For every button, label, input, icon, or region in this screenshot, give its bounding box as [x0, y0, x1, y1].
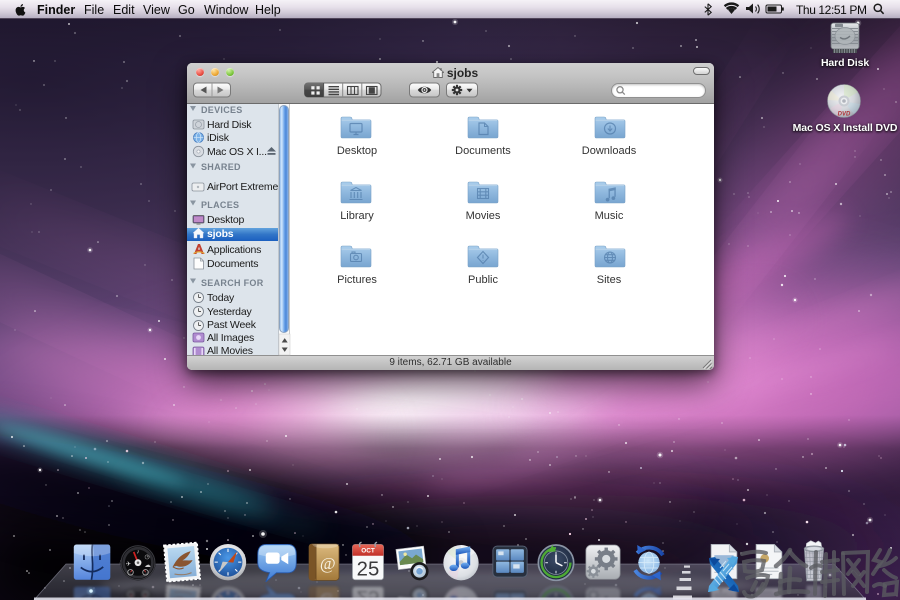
- svg-text:DVD: DVD: [838, 112, 851, 118]
